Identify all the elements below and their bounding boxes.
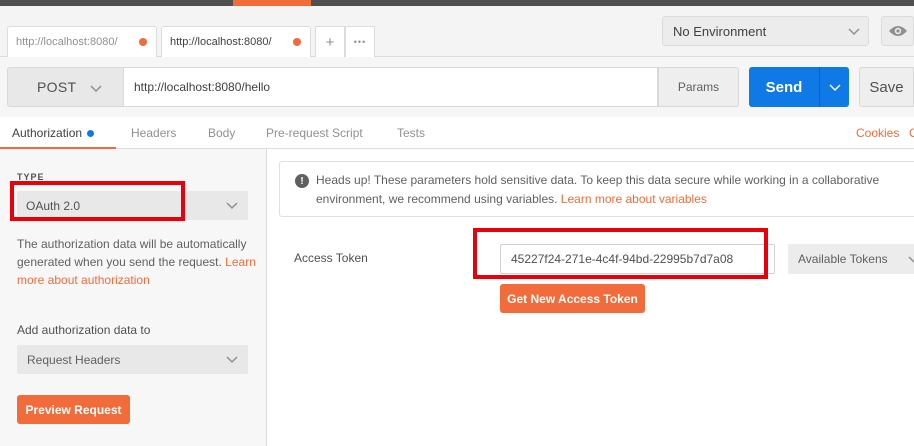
environment-selected: No Environment <box>673 23 767 39</box>
add-tab-button[interactable]: + <box>315 26 345 57</box>
access-token-highlight <box>473 228 768 279</box>
tab-tests-label: Tests <box>397 126 426 140</box>
method-select[interactable]: POST <box>7 67 124 107</box>
send-label: Send <box>765 78 803 96</box>
tab-authorization[interactable]: Authorization <box>12 117 95 149</box>
unsaved-dot-icon <box>139 38 147 46</box>
save-label: Save <box>869 78 904 96</box>
plus-icon: + <box>325 33 335 51</box>
add-auth-to-value: Request Headers <box>27 352 121 367</box>
eye-icon <box>888 26 907 36</box>
get-new-access-token-label: Get New Access Token <box>507 291 638 306</box>
learn-more-variables-link[interactable]: Learn more about variables <box>561 192 707 206</box>
chevron-down-icon <box>908 256 914 264</box>
request-tab-label: http://localhost:8080/ <box>16 36 118 48</box>
preview-request-label: Preview Request <box>25 402 122 417</box>
available-tokens-select[interactable]: Available Tokens <box>788 244 914 274</box>
tab-body-label: Body <box>208 126 236 140</box>
modified-dot-icon <box>87 129 95 137</box>
alert-message: Heads up! These parameters hold sensitiv… <box>316 171 914 209</box>
request-tab-1[interactable]: http://localhost:8080/ <box>7 26 157 57</box>
cookies-label: Cookies <box>856 126 900 140</box>
auth-type-highlight <box>10 181 185 221</box>
request-tab-2[interactable]: http://localhost:8080/ <box>161 26 311 57</box>
chevron-down-icon <box>226 202 238 210</box>
tab-headers-label: Headers <box>131 126 177 140</box>
add-auth-to-label: Add authorization data to <box>17 323 151 337</box>
chevron-down-icon <box>848 28 860 36</box>
cookies-link[interactable]: Cookies <box>856 117 899 149</box>
environment-select[interactable]: No Environment <box>662 16 869 46</box>
chevron-down-icon <box>828 84 841 92</box>
method-value: POST <box>37 79 77 95</box>
chevron-down-icon <box>90 85 102 93</box>
tab-prerequest-label: Pre-request Script <box>266 126 363 140</box>
save-button[interactable]: Save <box>859 67 914 107</box>
tab-tests[interactable]: Tests <box>397 117 425 149</box>
available-tokens-label: Available Tokens <box>798 252 888 266</box>
request-tab-label: http://localhost:8080/ <box>170 36 272 48</box>
more-dots-icon: ••• <box>353 37 367 47</box>
environment-quicklook-button[interactable] <box>881 16 914 46</box>
tab-more-button[interactable]: ••• <box>345 26 375 57</box>
params-label: Params <box>677 80 720 94</box>
access-token-label: Access Token <box>294 251 368 265</box>
chevron-down-icon <box>226 356 238 364</box>
tab-authorization-label: Authorization <box>12 126 83 140</box>
code-label: C <box>909 126 914 140</box>
add-auth-to-select[interactable]: Request Headers <box>17 345 248 374</box>
alert-info-icon: ! <box>295 174 309 188</box>
tab-body[interactable]: Body <box>208 117 235 149</box>
url-value: http://localhost:8080/hello <box>134 80 271 94</box>
get-new-access-token-button[interactable]: Get New Access Token <box>500 284 645 313</box>
send-button[interactable]: Send <box>749 67 819 107</box>
auth-description: The authorization data will be automatic… <box>17 235 257 289</box>
params-button[interactable]: Params <box>658 67 739 107</box>
send-options-button[interactable] <box>819 67 849 107</box>
tab-prerequest-script[interactable]: Pre-request Script <box>266 117 363 149</box>
auth-description-text: The authorization data will be automatic… <box>17 237 247 269</box>
code-link[interactable]: C <box>909 117 914 149</box>
unsaved-dot-icon <box>293 38 301 46</box>
tab-headers[interactable]: Headers <box>131 117 176 149</box>
url-input[interactable]: http://localhost:8080/hello <box>124 67 658 107</box>
preview-request-button[interactable]: Preview Request <box>17 395 130 424</box>
